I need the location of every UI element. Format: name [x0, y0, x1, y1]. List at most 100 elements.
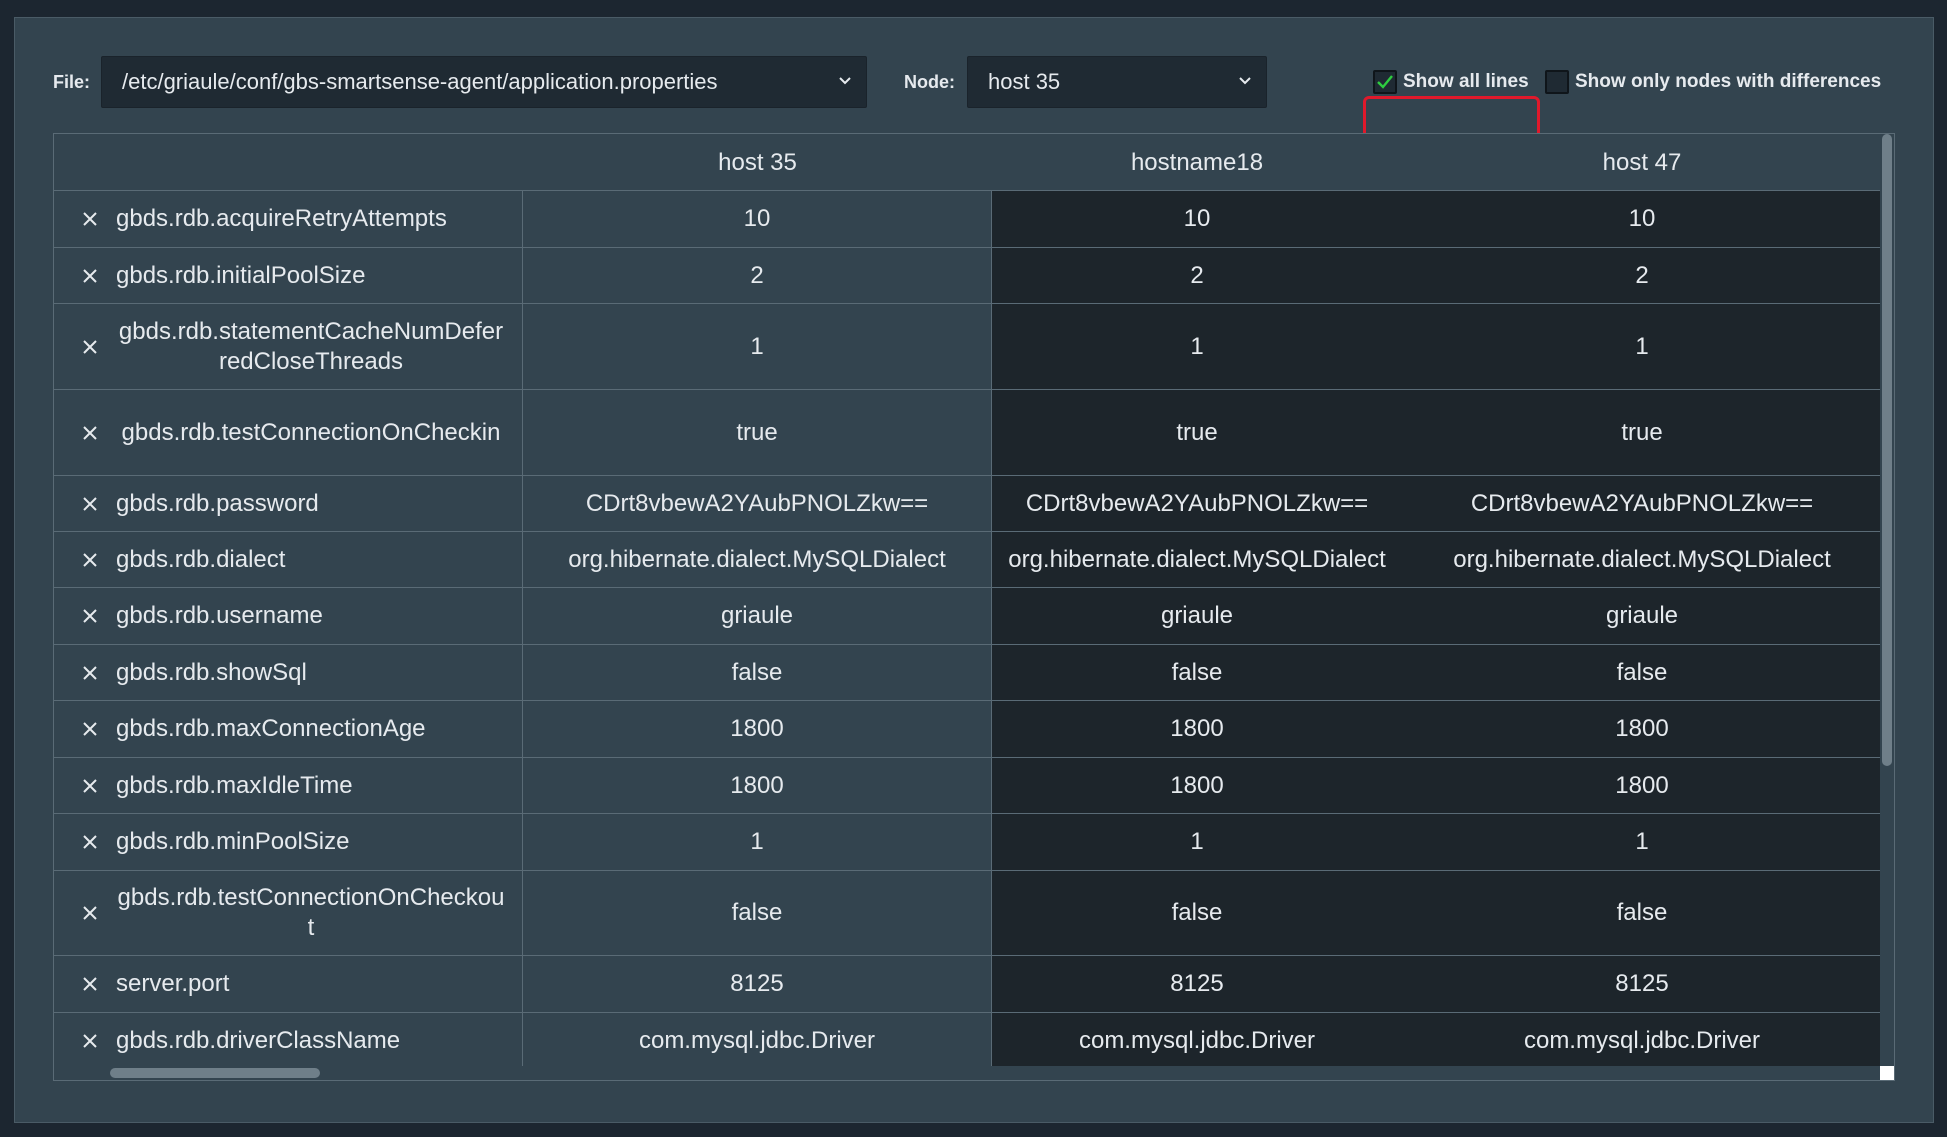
remove-row-icon[interactable]: [78, 661, 102, 685]
property-key-cell: server.port: [54, 956, 523, 1012]
property-key-cell: gbds.rdb.testConnectionOnCheckout: [54, 871, 523, 955]
property-key: gbds.rdb.maxConnectionAge: [116, 715, 426, 742]
check-icon: [1377, 75, 1393, 89]
value-cell: 10: [1402, 191, 1882, 247]
property-key: gbds.rdb.showSql: [116, 658, 307, 686]
chevron-down-icon: [1239, 77, 1251, 85]
file-select-value: /etc/griaule/conf/gbs-smartsense-agent/a…: [122, 69, 718, 94]
property-key-cell: gbds.rdb.password: [54, 476, 523, 531]
column-header-key: [54, 134, 523, 191]
remove-row-icon[interactable]: [78, 604, 102, 628]
table-row: gbds.rdb.testConnectionOnCheckin true true…: [54, 390, 1882, 476]
property-key: gbds.rdb.dialect: [116, 545, 286, 573]
value-cell: 1: [523, 304, 992, 389]
value-cell: 8125: [523, 956, 992, 1012]
property-key-cell: gbds.rdb.driverClassName: [54, 1013, 523, 1068]
table-row: gbds.rdb.testConnectionOnCheckout false fa…: [54, 871, 1882, 956]
property-key: server.port: [116, 970, 230, 997]
value-cell: false: [1402, 871, 1882, 955]
value-cell: 1: [992, 814, 1402, 870]
property-key: gbds.rdb.statementCacheNumDeferredCloseT…: [118, 317, 504, 375]
vertical-scroll-thumb[interactable]: [1882, 134, 1892, 766]
property-key: gbds.rdb.initialPoolSize: [116, 261, 366, 289]
horizontal-scrollbar[interactable]: [54, 1066, 1882, 1080]
horizontal-scroll-thumb[interactable]: [110, 1068, 320, 1078]
show-only-diff-label: Show only nodes with differences: [1575, 71, 1882, 92]
property-key: gbds.rdb.password: [116, 489, 319, 517]
table-row: gbds.rdb.password CDrt8vbewA2YAubPNOLZkw=…: [54, 476, 1882, 532]
property-key: gbds.rdb.maxIdleTime: [116, 771, 353, 799]
checkbox-box[interactable]: [1373, 70, 1397, 94]
value-cell: 10: [992, 191, 1402, 247]
node-select[interactable]: host 35: [967, 56, 1267, 108]
remove-row-icon[interactable]: [78, 207, 102, 231]
value-cell: 1: [1402, 304, 1882, 389]
remove-row-icon[interactable]: [78, 774, 102, 798]
value-cell: 1: [992, 304, 1402, 389]
remove-row-icon[interactable]: [78, 492, 102, 516]
remove-row-icon[interactable]: [78, 830, 102, 854]
chevron-down-icon: [839, 77, 851, 85]
remove-row-icon[interactable]: [78, 972, 102, 996]
node-label: Node:: [904, 72, 955, 92]
value-cell: CDrt8vbewA2YAubPNOLZkw==: [1402, 476, 1882, 531]
value-cell: 1800: [992, 701, 1402, 757]
value-cell: 1800: [992, 758, 1402, 813]
value-cell: false: [992, 645, 1402, 700]
remove-row-icon[interactable]: [78, 1029, 102, 1053]
value-cell: 8125: [1402, 956, 1882, 1012]
table-row: gbds.rdb.minPoolSize 1 1 1: [54, 814, 1882, 871]
table-row: server.port 8125 8125 8125: [54, 956, 1882, 1013]
value-cell: org.hibernate.dialect.MySQLDialect: [992, 532, 1402, 587]
remove-row-icon[interactable]: [78, 264, 102, 288]
value-cell: 1800: [523, 758, 992, 813]
scrollbar-corner: [1880, 1066, 1894, 1080]
table-row: gbds.rdb.maxConnectionAge 1800 1800 1800: [54, 701, 1882, 758]
table-row: gbds.rdb.maxIdleTime 1800 1800 1800: [54, 758, 1882, 814]
value-cell: true: [992, 390, 1402, 475]
node-select-value: host 35: [988, 69, 1061, 94]
column-header-node: host 35: [718, 149, 797, 176]
value-cell: false: [523, 645, 992, 700]
property-key: gbds.rdb.minPoolSize: [116, 828, 350, 855]
remove-row-icon[interactable]: [78, 717, 102, 741]
table-row: gbds.rdb.acquireRetryAttempts 10 10 10: [54, 191, 1882, 248]
value-cell: griaule: [523, 588, 992, 644]
file-label: File:: [53, 72, 91, 92]
value-cell: com.mysql.jdbc.Driver: [1402, 1013, 1882, 1068]
property-key-cell: gbds.rdb.maxConnectionAge: [54, 701, 523, 757]
property-key-cell: gbds.rdb.dialect: [54, 532, 523, 587]
property-key-cell: gbds.rdb.statementCacheNumDeferredCloseT…: [54, 304, 523, 389]
value-cell: true: [523, 390, 992, 475]
value-cell: CDrt8vbewA2YAubPNOLZkw==: [523, 476, 992, 531]
table-row: gbds.rdb.showSql false false false: [54, 645, 1882, 701]
show-only-diff-checkbox[interactable]: Show only nodes with differences: [1545, 56, 1881, 108]
remove-row-icon[interactable]: [78, 901, 102, 925]
vertical-scrollbar[interactable]: [1880, 134, 1894, 1080]
property-key-cell: gbds.rdb.acquireRetryAttempts: [54, 191, 523, 247]
value-cell: 1: [1402, 814, 1882, 870]
file-select[interactable]: /etc/griaule/conf/gbs-smartsense-agent/a…: [101, 56, 867, 108]
remove-row-icon[interactable]: [78, 335, 102, 359]
value-cell: griaule: [992, 588, 1402, 644]
value-cell: 1: [523, 814, 992, 870]
remove-row-icon[interactable]: [78, 421, 102, 445]
config-compare-panel: File: /etc/griaule/conf/gbs-smartsense-a…: [14, 17, 1934, 1123]
value-cell: true: [1402, 390, 1882, 475]
property-key-cell: gbds.rdb.maxIdleTime: [54, 758, 523, 813]
value-cell: 10: [523, 191, 992, 247]
column-header-node: hostname18: [1130, 149, 1264, 176]
table-row: gbds.rdb.dialect org.hibernate.dialect.My…: [54, 532, 1882, 588]
remove-row-icon[interactable]: [78, 548, 102, 572]
value-cell: org.hibernate.dialect.MySQLDialect: [1402, 532, 1882, 587]
value-cell: griaule: [1402, 588, 1882, 644]
comparison-table: host 35 hostname18 host 47 gbds.rdb.acqu…: [53, 133, 1895, 1081]
column-header-node: host 47: [1602, 149, 1682, 176]
value-cell: 2: [523, 248, 992, 303]
value-cell: 1800: [1402, 701, 1882, 757]
checkbox-box[interactable]: [1545, 70, 1569, 94]
value-cell: false: [523, 871, 992, 955]
property-key: gbds.rdb.username: [116, 602, 323, 629]
property-key-cell: gbds.rdb.showSql: [54, 645, 523, 700]
property-key: gbds.rdb.testConnectionOnCheckout: [117, 884, 505, 941]
